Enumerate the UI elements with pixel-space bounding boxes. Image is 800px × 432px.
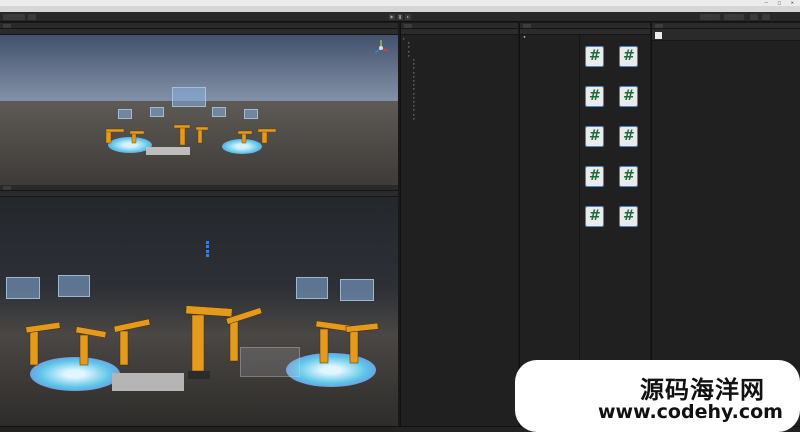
scene-viewport[interactable]	[0, 35, 398, 185]
scene-ui-billboard	[172, 87, 206, 107]
cloud-icon[interactable]	[28, 14, 36, 20]
csharp-script-icon[interactable]	[585, 166, 604, 187]
project-asset-grid	[582, 41, 650, 251]
maximize-button[interactable]: □	[778, 0, 786, 5]
expand-arrow-icon[interactable]: ▾	[408, 54, 410, 58]
watermark-url: www.codehy.com	[598, 401, 783, 423]
play-controls: ▶ ❚ ▸	[388, 13, 414, 21]
play-button-icon[interactable]: ▶	[389, 14, 395, 20]
scene-view-panel	[0, 23, 398, 185]
csharp-script-icon[interactable]	[619, 206, 638, 227]
game-panel-2	[58, 275, 90, 297]
tab-hierarchy[interactable]	[404, 24, 412, 28]
scene-robots	[105, 124, 277, 146]
collab-icon[interactable]	[762, 14, 770, 20]
csharp-script-icon[interactable]	[585, 46, 604, 67]
csharp-script-icon[interactable]	[619, 166, 638, 187]
import-settings-row	[652, 41, 800, 53]
game-panel-4	[340, 279, 374, 301]
csharp-script-icon[interactable]	[585, 126, 604, 147]
watermark-title: 源码海洋网	[640, 376, 765, 404]
expand-arrow-icon[interactable]: ▾	[403, 37, 405, 41]
account-button[interactable]	[3, 14, 25, 20]
tab-inspector[interactable]	[655, 24, 663, 28]
csharp-script-icon[interactable]	[585, 206, 604, 227]
pause-button-icon[interactable]: ❚	[397, 14, 403, 20]
hud-status-markers	[206, 239, 212, 261]
game-panel-3	[296, 277, 328, 299]
game-hud-panel	[176, 209, 266, 213]
inspector-header	[652, 29, 800, 41]
hierarchy-item[interactable]: ▾	[403, 117, 516, 121]
tab-game[interactable]	[3, 186, 11, 190]
favorites-star-icon[interactable]: ★	[520, 35, 579, 40]
scene-panel-left-2	[150, 107, 164, 117]
close-button[interactable]: ✕	[791, 0, 798, 5]
csharp-script-icon[interactable]	[619, 46, 638, 67]
main-toolbar: ▶ ❚ ▸	[0, 12, 800, 22]
minimize-button[interactable]: —	[764, 0, 772, 5]
step-button-icon[interactable]: ▸	[405, 14, 411, 20]
search-icon[interactable]	[750, 14, 758, 20]
scene-panel-right	[212, 107, 226, 117]
hierarchy-list: ▾ ▾ ▾ ▾ ▾ ▾ ▾ ▾ ▾ ▾ ▾ ▾ ▾ ▾ ▾ ▾ ▾ ▾ ▾ ▾	[401, 35, 518, 123]
script-file-icon	[655, 32, 662, 39]
csharp-script-icon[interactable]	[619, 86, 638, 107]
game-panel-1	[6, 277, 40, 299]
tab-project[interactable]	[523, 24, 531, 28]
csharp-script-icon[interactable]	[585, 86, 604, 107]
script-source-preview	[652, 53, 800, 388]
game-viewport[interactable]	[0, 197, 398, 426]
game-robots	[25, 305, 379, 379]
tab-scene[interactable]	[3, 24, 11, 28]
game-view-panel	[0, 185, 398, 426]
hierarchy-panel: ▾ ▾ ▾ ▾ ▾ ▾ ▾ ▾ ▾ ▾ ▾ ▾ ▾ ▾ ▾ ▾ ▾ ▾ ▾ ▾	[400, 23, 518, 426]
csharp-script-icon[interactable]	[619, 126, 638, 147]
layout-dropdown[interactable]	[724, 14, 744, 20]
expand-arrow-icon[interactable]: ▾	[413, 117, 415, 121]
layers-dropdown[interactable]	[700, 14, 720, 20]
axis-gizmo-icon[interactable]	[372, 39, 390, 57]
